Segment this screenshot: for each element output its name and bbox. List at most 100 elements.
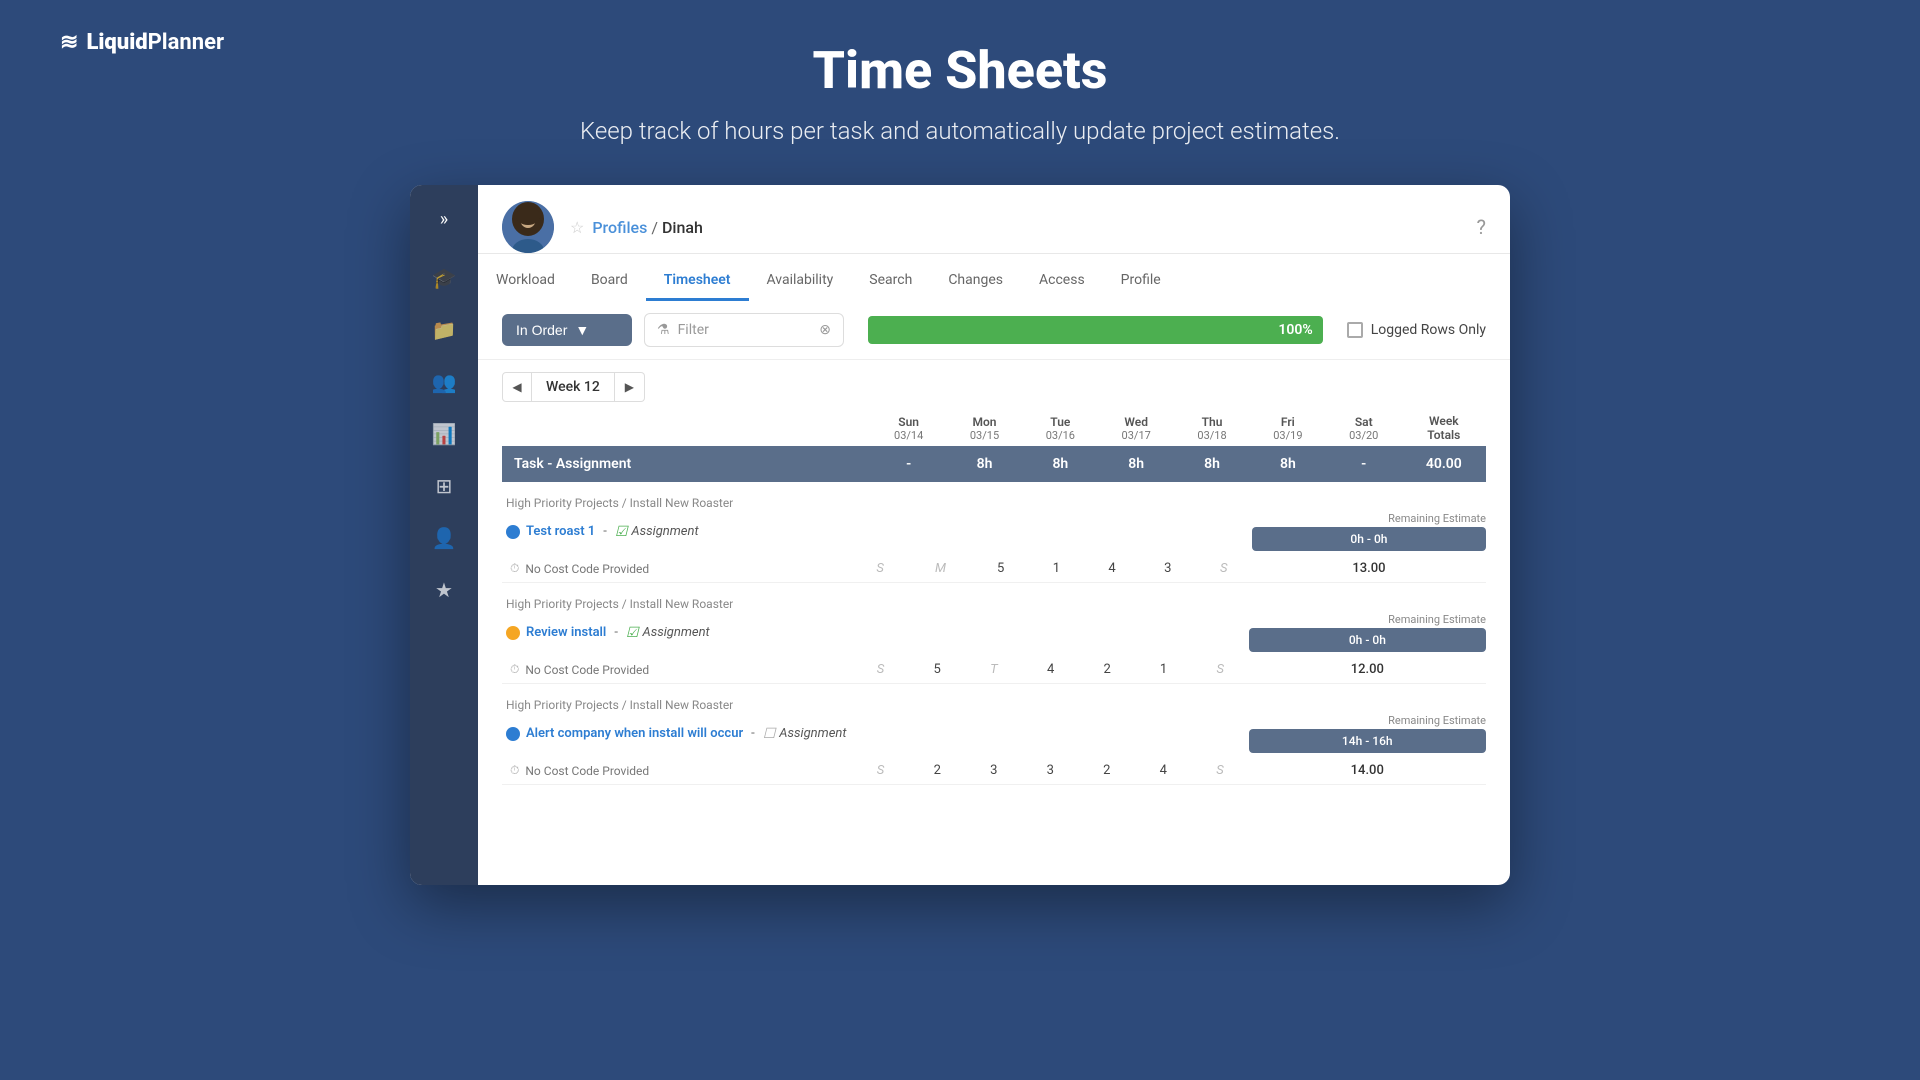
sidebar-item-favorites[interactable]: ★ — [422, 568, 466, 612]
page-title: Time Sheets — [0, 40, 1920, 101]
breadcrumb: ☆ Profiles / Dinah — [570, 218, 703, 237]
app-logo[interactable]: ≋ LiquidPlanner — [60, 30, 224, 55]
cost-tue-2[interactable]: 3 — [965, 757, 1022, 785]
cost-fri-1[interactable]: 1 — [1135, 656, 1191, 684]
remaining-value-2: 14h - 16h — [1249, 729, 1486, 753]
cost-total-2: 14.00 — [1249, 757, 1486, 785]
week-next-button[interactable]: ▶ — [615, 372, 645, 402]
col-header-task — [502, 410, 871, 446]
sort-dropdown[interactable]: In Order ▼ — [502, 314, 632, 346]
col-header-tue: Tue 03/16 — [1022, 410, 1098, 446]
tab-changes[interactable]: Changes — [930, 262, 1021, 301]
col-header-sun: Sun 03/14 — [871, 410, 947, 446]
cost-fri-0[interactable]: 3 — [1140, 555, 1196, 583]
cost-mon-0[interactable]: M — [908, 555, 973, 583]
cost-wed-2[interactable]: 3 — [1022, 757, 1079, 785]
cost-wed-0[interactable]: 1 — [1028, 555, 1084, 583]
week-label: Week 12 — [532, 372, 615, 402]
avatar-illustration — [502, 201, 554, 253]
sidebar-item-projects[interactable]: 📁 — [422, 308, 466, 352]
avatar — [502, 201, 554, 253]
sidebar-item-dashboard[interactable]: ⊞ — [422, 464, 466, 508]
tab-timesheet[interactable]: Timesheet — [646, 262, 749, 301]
tab-workload[interactable]: Workload — [478, 262, 573, 301]
project-info-row-1: High Priority Projects / Install New Roa… — [502, 587, 1486, 613]
remaining-label-0: Remaining Estimate — [1252, 512, 1486, 525]
logged-rows-filter[interactable]: Logged Rows Only — [1347, 322, 1486, 338]
logged-rows-checkbox[interactable] — [1347, 322, 1363, 338]
tab-access[interactable]: Access — [1021, 262, 1103, 301]
remaining-label-2: Remaining Estimate — [1249, 714, 1486, 727]
cost-code-icon-1: ⏱ — [510, 662, 519, 677]
task-link-row-1: Review install - ☑ Assignment Remaining … — [502, 613, 1486, 656]
sidebar-toggle-button[interactable]: » — [432, 201, 456, 238]
task-link-row-0: Test roast 1 - ☑ Assignment Remaining Es… — [502, 512, 1486, 555]
cost-sat-2: S — [1192, 757, 1249, 785]
task-assignment-row: Task - Assignment - 8h 8h 8h 8h 8h - 40.… — [502, 446, 1486, 482]
project-group-1: High Priority Projects / Install New Roa… — [502, 587, 1486, 684]
cost-mon-1[interactable]: 5 — [909, 656, 965, 684]
tab-profile[interactable]: Profile — [1103, 262, 1179, 301]
cost-tue-0[interactable]: 5 — [973, 555, 1029, 583]
col-header-fri: Fri 03/19 — [1250, 410, 1326, 446]
assignment-label-2: ☐ Assignment — [763, 726, 847, 742]
project-info-row-0: High Priority Projects / Install New Roa… — [502, 486, 1486, 512]
cost-row-1: ⏱ No Cost Code Provided S 5 T 4 2 1 S 12… — [502, 656, 1486, 684]
cost-sat-0: S — [1196, 555, 1252, 583]
cost-row-2: ⏱ No Cost Code Provided S 2 3 3 2 4 S 14… — [502, 757, 1486, 785]
toolbar: In Order ▼ ⚗ Filter ⊗ 100% Logged Rows O… — [478, 301, 1510, 360]
task-fri: 8h — [1250, 446, 1326, 482]
task-sat: - — [1326, 446, 1402, 482]
filter-input-container: ⚗ Filter ⊗ — [644, 313, 844, 347]
page-subtitle: Keep track of hours per task and automat… — [0, 117, 1920, 145]
tab-search[interactable]: Search — [851, 262, 930, 301]
breadcrumb-separator: / — [651, 218, 658, 237]
col-header-total: Week Totals — [1402, 410, 1486, 446]
task-info-1: Review install - ☑ Assignment — [502, 613, 852, 656]
main-content: ☆ Profiles / Dinah ? Workload Board Time… — [478, 185, 1510, 885]
task-total: 40.00 — [1402, 446, 1486, 482]
task-assignment-label: Task - Assignment — [502, 446, 871, 482]
filter-icon: ⚗ — [657, 322, 670, 338]
logo-text: LiquidPlanner — [86, 30, 224, 55]
filter-placeholder[interactable]: Filter — [678, 322, 812, 338]
sidebar-item-profile[interactable]: 👤 — [422, 516, 466, 560]
tab-board[interactable]: Board — [573, 262, 646, 301]
task-thu: 8h — [1174, 446, 1250, 482]
tab-availability[interactable]: Availability — [749, 262, 852, 301]
cost-fri-2[interactable]: 4 — [1135, 757, 1192, 785]
cost-sun-0: S — [852, 555, 908, 583]
task-wed: 8h — [1098, 446, 1174, 482]
sidebar-item-learn[interactable]: 🎓 — [422, 256, 466, 300]
project-path-1: High Priority Projects / Install New Roa… — [502, 587, 1486, 613]
star-icon[interactable]: ☆ — [570, 218, 584, 237]
filter-clear-button[interactable]: ⊗ — [819, 322, 831, 338]
sidebar-item-reports[interactable]: 📊 — [422, 412, 466, 456]
assignment-label-1: ☑ Assignment — [626, 625, 710, 641]
sidebar-item-people[interactable]: 👥 — [422, 360, 466, 404]
cost-thu-1[interactable]: 2 — [1079, 656, 1135, 684]
cost-thu-0[interactable]: 4 — [1084, 555, 1140, 583]
profiles-link[interactable]: Profiles — [592, 218, 647, 237]
week-prev-button[interactable]: ◀ — [502, 372, 532, 402]
cost-sun-2: S — [852, 757, 909, 785]
cost-mon-2[interactable]: 2 — [909, 757, 966, 785]
cost-wed-1[interactable]: 4 — [1022, 656, 1078, 684]
cost-sun-1: S — [852, 656, 909, 684]
assignment-check-icon: ☑ — [615, 524, 628, 540]
project-group-0: High Priority Projects / Install New Roa… — [502, 486, 1486, 583]
task-name-1[interactable]: Review install — [526, 625, 606, 640]
cost-code-icon-0: ⏱ — [510, 561, 519, 576]
task-name-2[interactable]: Alert company when install will occur — [526, 726, 743, 741]
project-path-2: High Priority Projects / Install New Roa… — [502, 688, 1486, 714]
profile-header: ☆ Profiles / Dinah ? — [478, 185, 1510, 254]
cost-tue-1[interactable]: T — [965, 656, 1022, 684]
col-header-sat: Sat 03/20 — [1326, 410, 1402, 446]
cost-thu-2[interactable]: 2 — [1079, 757, 1136, 785]
timesheet-table: Sun 03/14 Mon 03/15 Tue 03/16 — [502, 410, 1486, 482]
col-header-wed: Wed 03/17 — [1098, 410, 1174, 446]
task-name-0[interactable]: Test roast 1 — [526, 524, 595, 539]
task-tue: 8h — [1022, 446, 1098, 482]
help-icon[interactable]: ? — [1477, 215, 1486, 239]
sidebar: » 🎓 📁 👥 📊 ⊞ 👤 ★ — [410, 185, 478, 885]
